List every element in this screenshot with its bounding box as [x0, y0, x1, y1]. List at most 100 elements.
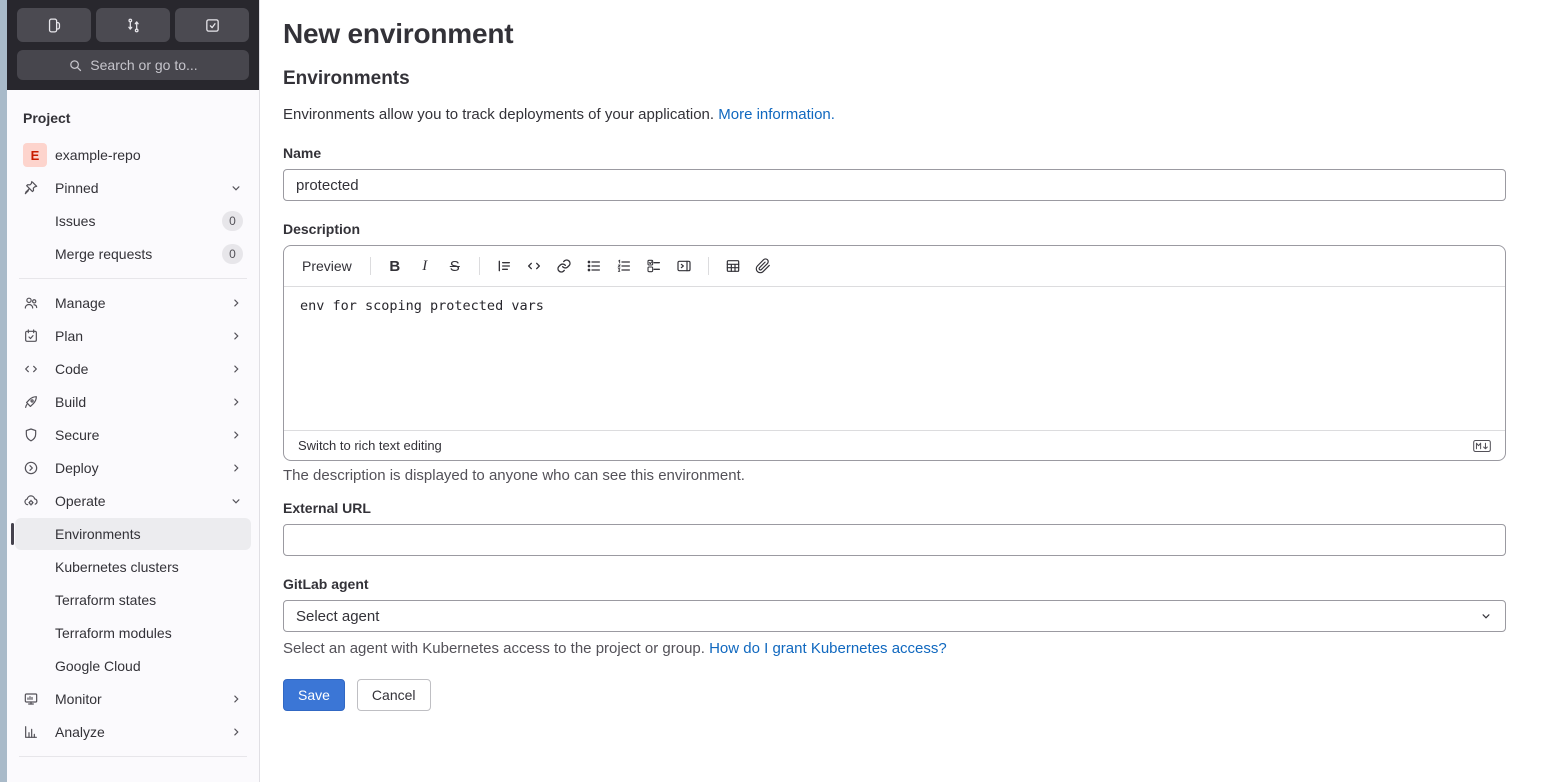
project-name: example-repo: [55, 147, 141, 163]
pinned-label: Pinned: [55, 180, 99, 196]
switch-rich-text-link[interactable]: Switch to rich text editing: [298, 438, 442, 453]
cloud-gear-icon: [23, 493, 47, 509]
code-icon: [526, 258, 542, 274]
save-button[interactable]: Save: [283, 679, 345, 711]
chevron-down-icon: [229, 181, 243, 195]
sidebar-item-issues[interactable]: Issues 0: [15, 205, 251, 237]
merge-requests-count-badge: 0: [222, 244, 243, 264]
todo-shortcut-button[interactable]: [175, 8, 249, 42]
sidebar-item-secure[interactable]: Secure: [15, 419, 251, 451]
chevron-right-icon: [229, 428, 243, 442]
monitor-label: Monitor: [55, 691, 102, 707]
todo-check-icon: [204, 17, 221, 34]
terraform-modules-label: Terraform modules: [55, 625, 172, 641]
sidebar-item-build[interactable]: Build: [15, 386, 251, 418]
chevron-right-icon: [229, 725, 243, 739]
plan-label: Plan: [55, 328, 84, 344]
agent-select[interactable]: Select agent: [283, 600, 1506, 632]
sidebar-item-terraform-states[interactable]: Terraform states: [15, 584, 251, 616]
merge-requests-label: Merge requests: [55, 246, 153, 262]
sidebar-item-google-cloud[interactable]: Google Cloud: [15, 650, 251, 682]
sidebar-divider: [19, 756, 247, 757]
collapsible-section-button[interactable]: [670, 252, 698, 280]
task-list-button[interactable]: [640, 252, 668, 280]
google-cloud-label: Google Cloud: [55, 658, 141, 674]
issues-label: Issues: [55, 213, 96, 229]
chevron-right-icon: [229, 395, 243, 409]
italic-icon: I: [422, 257, 428, 274]
chevron-right-icon: [229, 362, 243, 376]
sidebar-item-terraform-modules[interactable]: Terraform modules: [15, 617, 251, 649]
markdown-editor-footer: Switch to rich text editing: [284, 430, 1505, 460]
sidebar-item-analyze[interactable]: Analyze: [15, 716, 251, 748]
chevron-right-icon: [229, 329, 243, 343]
chevron-down-icon: [1479, 609, 1493, 623]
external-url-input[interactable]: [283, 524, 1506, 556]
name-input[interactable]: [283, 169, 1506, 201]
sidebar-item-project[interactable]: E example-repo: [15, 139, 251, 171]
description-label: Description: [283, 221, 361, 237]
intro-text: Environments allow you to track deployme…: [283, 106, 1506, 123]
cancel-button[interactable]: Cancel: [356, 679, 431, 711]
code-label: Code: [55, 361, 89, 377]
sidebar: Search or go to... Project E example-rep…: [7, 0, 260, 782]
chart-icon: [23, 724, 47, 740]
sidebar-item-code[interactable]: Code: [15, 353, 251, 385]
search-input[interactable]: Search or go to...: [17, 50, 249, 80]
toolbar-divider: [478, 257, 480, 275]
toolbar-divider: [369, 257, 371, 275]
link-button[interactable]: [550, 252, 578, 280]
main-content: New environment Environments Environment…: [260, 0, 1550, 782]
issues-shortcut-button[interactable]: [17, 8, 91, 42]
italic-button[interactable]: I: [411, 252, 439, 280]
sidebar-item-plan[interactable]: Plan: [15, 320, 251, 352]
bullet-list-button[interactable]: [580, 252, 608, 280]
quote-button[interactable]: [490, 252, 518, 280]
intro-text-body: Environments allow you to track deployme…: [283, 106, 715, 123]
sidebar-item-deploy[interactable]: Deploy: [15, 452, 251, 484]
markdown-toolbar: Preview B I S: [284, 246, 1505, 287]
issues-icon: [46, 17, 63, 34]
deploy-label: Deploy: [55, 460, 99, 476]
agent-select-value: Select agent: [296, 607, 380, 625]
table-button[interactable]: [719, 252, 747, 280]
sidebar-item-pinned[interactable]: Pinned: [15, 172, 251, 204]
sidebar-item-kubernetes-clusters[interactable]: Kubernetes clusters: [15, 551, 251, 583]
sidebar-item-monitor[interactable]: Monitor: [15, 683, 251, 715]
sidebar-item-manage[interactable]: Manage: [15, 287, 251, 319]
code-button[interactable]: [520, 252, 548, 280]
calendar-icon: [23, 328, 47, 344]
monitor-icon: [23, 691, 47, 707]
more-information-link[interactable]: More information.: [718, 106, 835, 123]
preview-button[interactable]: Preview: [294, 252, 360, 280]
project-avatar: E: [23, 143, 47, 167]
build-label: Build: [55, 394, 87, 410]
markdown-editor: Preview B I S env for scoping protected …: [283, 245, 1506, 461]
bold-button[interactable]: B: [381, 252, 409, 280]
analyze-label: Analyze: [55, 724, 105, 740]
kubernetes-access-link[interactable]: How do I grant Kubernetes access?: [709, 640, 947, 657]
shield-icon: [23, 427, 47, 443]
name-label: Name: [283, 145, 322, 161]
environments-heading: Environments: [283, 68, 410, 89]
secure-label: Secure: [55, 427, 100, 443]
description-textarea[interactable]: env for scoping protected vars: [284, 287, 1505, 430]
rocket-icon: [23, 394, 47, 410]
environments-label: Environments: [55, 526, 141, 542]
code-icon: [23, 361, 47, 377]
sidebar-item-environments[interactable]: Environments: [11, 518, 251, 550]
chevron-right-icon: [229, 692, 243, 706]
attach-file-button[interactable]: [749, 252, 777, 280]
numbered-list-button[interactable]: [610, 252, 638, 280]
terraform-states-label: Terraform states: [55, 592, 157, 608]
merge-requests-shortcut-button[interactable]: [96, 8, 170, 42]
quote-icon: [496, 258, 512, 274]
sidebar-item-operate[interactable]: Operate: [15, 485, 251, 517]
strikethrough-button[interactable]: S: [441, 252, 469, 280]
bullet-list-icon: [586, 258, 602, 274]
task-list-icon: [646, 258, 662, 274]
sidebar-item-merge-requests[interactable]: Merge requests 0: [15, 238, 251, 270]
strikethrough-icon: S: [449, 257, 460, 275]
pin-icon: [23, 180, 47, 196]
markdown-icon: [1473, 439, 1491, 453]
